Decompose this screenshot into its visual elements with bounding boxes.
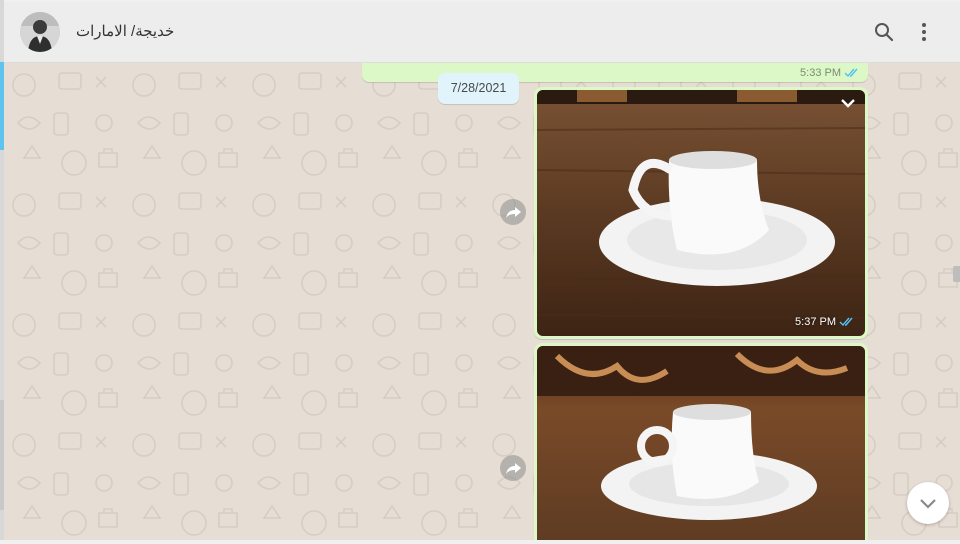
- double-check-icon: [839, 317, 853, 327]
- previous-message-meta: 5:33 PM: [800, 67, 860, 79]
- forward-icon[interactable]: [500, 455, 526, 481]
- chevron-down-icon: [920, 499, 936, 509]
- scroll-handle[interactable]: [953, 266, 960, 282]
- chat-area[interactable]: 5:33 PM 7/28/2021 5:37 PM: [4, 63, 960, 542]
- scroll-to-bottom-button[interactable]: [907, 482, 949, 524]
- contact-name[interactable]: خديجة/ الامارات: [76, 2, 174, 62]
- conversation-header[interactable]: خديجة/ الامارات: [4, 2, 960, 63]
- cup-photo[interactable]: [537, 346, 865, 542]
- chevron-down-icon[interactable]: [839, 96, 857, 110]
- forward-icon[interactable]: [500, 199, 526, 225]
- bottom-divider: [0, 540, 960, 544]
- image-message[interactable]: 5:37 PM: [534, 87, 868, 339]
- avatar[interactable]: [20, 12, 60, 52]
- image-message[interactable]: [534, 343, 868, 542]
- menu-icon[interactable]: [912, 20, 936, 44]
- message-time: 5:33 PM: [800, 67, 841, 79]
- date-separator: 7/28/2021: [438, 73, 519, 104]
- message-time: 5:37 PM: [795, 316, 836, 328]
- cup-photo[interactable]: 5:37 PM: [537, 90, 865, 336]
- conversation-panel: خديجة/ الامارات 5:33 PM 7/28/2021 5:37 P…: [4, 2, 960, 542]
- double-check-icon: [844, 68, 858, 78]
- image-message-meta: 5:37 PM: [795, 316, 855, 328]
- search-icon[interactable]: [872, 20, 896, 44]
